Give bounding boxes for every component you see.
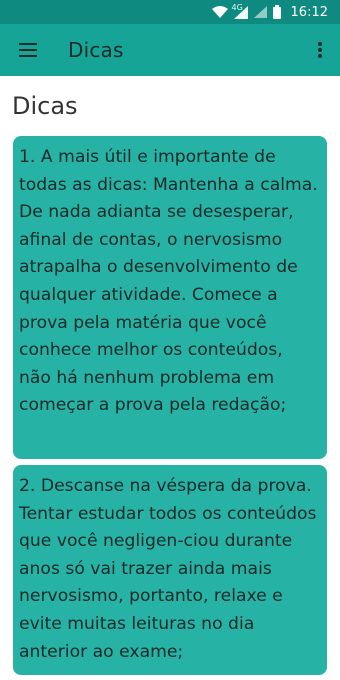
tip-text: 1. A mais útil e importante de todas as … <box>19 147 318 416</box>
tip-card: 1. A mais útil e importante de todas as … <box>13 136 327 459</box>
wifi-icon <box>211 6 228 18</box>
app-toolbar: Dicas <box>0 24 340 76</box>
overflow-menu-button[interactable] <box>300 24 340 76</box>
hamburger-menu-icon <box>19 43 37 57</box>
network-type-label: 4G <box>231 2 243 12</box>
tip-text: 2. Descanse na véspera da prova. Tentar … <box>19 476 317 662</box>
toolbar-title: Dicas <box>68 38 124 62</box>
clock: 16:12 <box>290 4 328 20</box>
more-vertical-icon <box>318 42 322 58</box>
status-bar: 4G 16:12 <box>0 0 340 24</box>
navigation-menu-button[interactable] <box>0 24 56 76</box>
cellular-signal-icon: 4G <box>231 2 248 19</box>
cellular-signal-2-icon <box>253 6 267 18</box>
page-heading: Dicas <box>12 92 78 120</box>
battery-icon <box>272 5 281 19</box>
tip-card: 2. Descanse na véspera da prova. Tentar … <box>13 465 327 675</box>
